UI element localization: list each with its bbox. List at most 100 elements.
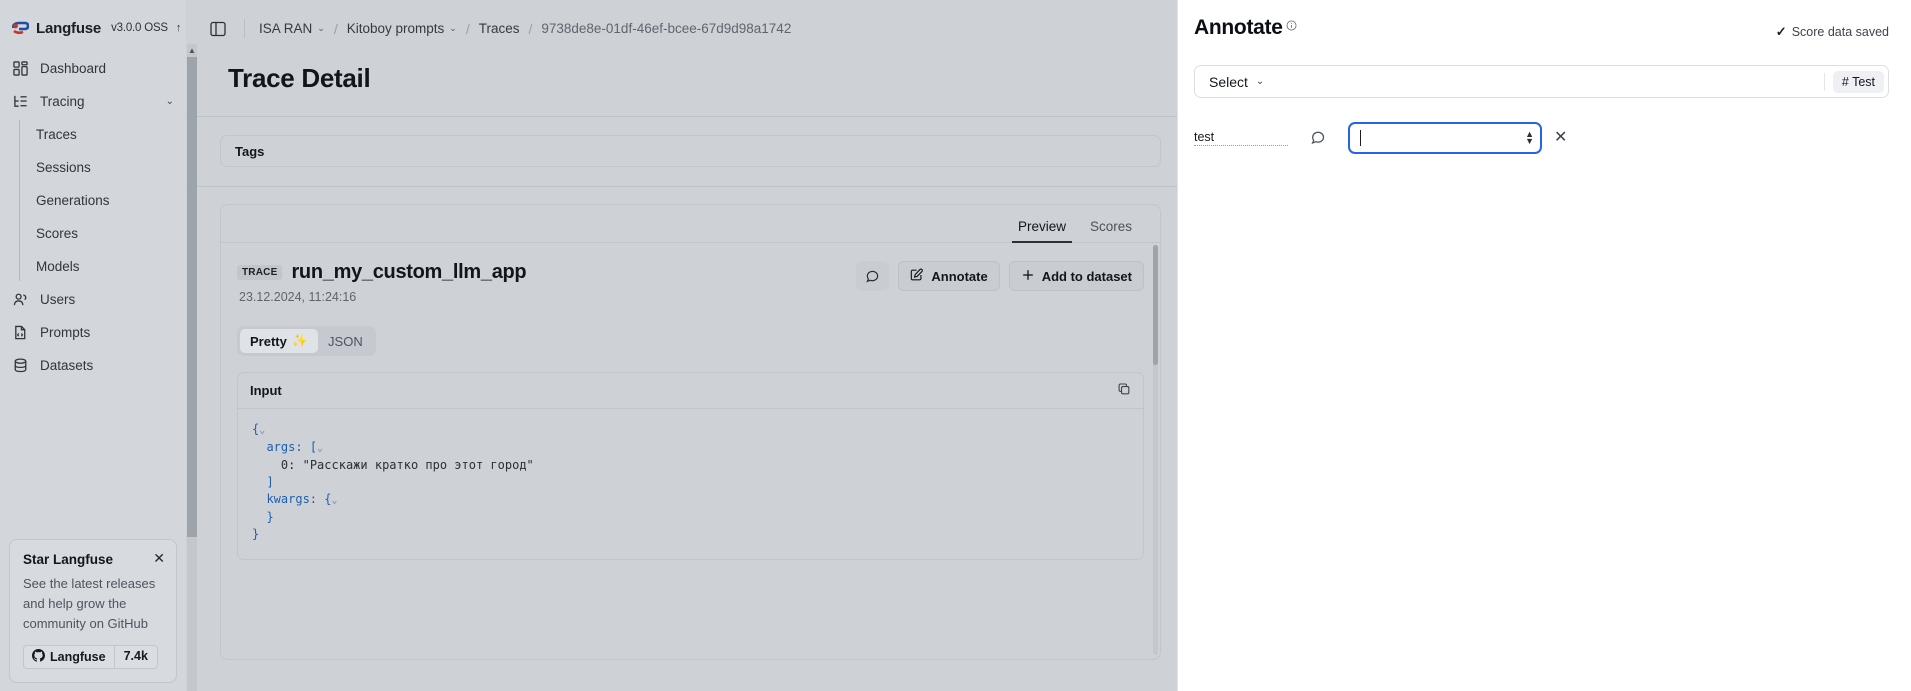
select-value: Select [1209, 73, 1248, 90]
sidebar-item-tracing[interactable]: Tracing ⌄ [0, 85, 186, 118]
view-mode-pretty[interactable]: Pretty ✨ [240, 329, 319, 353]
users-icon [12, 291, 29, 308]
breadcrumb-label: ISA RAN [259, 21, 313, 36]
tracing-icon [12, 93, 29, 110]
trace-tabs: Preview Scores [221, 205, 1160, 243]
trace-timestamp: 23.12.2024, 11:24:16 [239, 290, 357, 304]
github-button-label: Langfuse [50, 650, 106, 664]
github-star-count[interactable]: 7.4k [114, 645, 158, 669]
sidebar-item-generations[interactable]: Generations [19, 184, 186, 217]
chevron-down-icon: ⌄ [1255, 76, 1265, 87]
tags-field[interactable]: Tags [220, 135, 1161, 167]
sidebar-toggle-icon[interactable] [207, 18, 229, 40]
input-panel: Input {⌄ args: [⌄ 0: "Расскажи кратко пр… [237, 372, 1144, 560]
breadcrumb-item-trace-id: 9738de8e-01df-46ef-bcee-67d9d98a1742 [541, 21, 791, 36]
github-star-button[interactable]: Langfuse [23, 645, 115, 669]
sidebar-item-dashboard[interactable]: Dashboard [0, 52, 186, 85]
view-mode-label: JSON [328, 333, 363, 349]
sidebar-item-label: Users [40, 292, 76, 307]
tab-preview[interactable]: Preview [1006, 219, 1078, 243]
stepper-down-icon[interactable]: ▼ [1525, 137, 1534, 146]
langfuse-logo-icon [11, 21, 30, 36]
remove-score-button[interactable]: ✕ [1554, 130, 1567, 146]
chevron-down-icon: ⌄ [317, 23, 325, 33]
annotate-button[interactable]: Annotate [898, 261, 1000, 291]
view-mode-json[interactable]: JSON [318, 329, 373, 353]
sidebar-item-label: Tracing [40, 94, 85, 109]
json-line: 0: "Расскажи кратко про этот город" [280, 458, 534, 472]
check-icon: ✓ [1775, 24, 1787, 39]
sidebar-subitem-label: Models [36, 259, 80, 274]
brand-external-link-icon[interactable]: ↑ [176, 22, 182, 34]
brand-version: v3.0.0 OSS [111, 22, 168, 34]
copy-icon[interactable] [1117, 382, 1131, 399]
dashboard-icon [12, 60, 29, 77]
divider [186, 116, 1177, 117]
sidebar-subitem-label: Sessions [36, 160, 91, 175]
edit-square-icon [910, 268, 924, 285]
sidebar-item-prompts[interactable]: Prompts [0, 316, 186, 349]
select-right-group: # Test [1823, 70, 1884, 93]
number-stepper[interactable]: ▲ ▼ [1525, 130, 1534, 146]
sidebar-subitem-label: Scores [36, 226, 79, 241]
star-langfuse-card: ✕ Star Langfuse See the latest releases … [9, 539, 177, 683]
score-config-select[interactable]: Select ⌄ # Test [1194, 65, 1889, 98]
main-content: ISA RAN ⌄ / Kitoboy prompts ⌄ / Traces /… [186, 0, 1177, 691]
sidebar-item-users[interactable]: Users [0, 283, 186, 316]
breadcrumb-separator: / [528, 20, 533, 37]
comment-icon[interactable] [1288, 130, 1348, 146]
sidebar-item-traces[interactable]: Traces [19, 118, 186, 151]
breadcrumb-item-project[interactable]: Kitoboy prompts ⌄ [347, 21, 457, 36]
tab-scores[interactable]: Scores [1078, 219, 1144, 242]
sidebar: Langfuse v3.0.0 OSS ↑ Dashboard Tracing … [0, 0, 186, 691]
star-card-description: See the latest releases and help grow th… [23, 576, 156, 631]
breadcrumb-separator: / [333, 20, 338, 37]
page-scrollbar-thumb[interactable] [187, 57, 197, 537]
breadcrumb-item-traces[interactable]: Traces [479, 21, 520, 36]
sidebar-item-datasets[interactable]: Datasets [0, 349, 186, 382]
view-mode-label: Pretty [250, 333, 287, 349]
json-line: } [252, 527, 260, 541]
breadcrumb-item-org[interactable]: ISA RAN ⌄ [259, 21, 325, 36]
comment-icon[interactable] [856, 261, 890, 291]
scroll-up-arrow-icon[interactable]: ▲ [187, 44, 197, 57]
score-chip-test[interactable]: # Test [1832, 70, 1884, 93]
annotate-panel: Annotate ✓ Score data saved Select ⌄ # T… [1177, 0, 1911, 691]
score-name-label: test [1194, 130, 1288, 146]
breadcrumb-label: Traces [478, 21, 520, 36]
sidebar-item-sessions[interactable]: Sessions [19, 151, 186, 184]
annotate-panel-header: Annotate ✓ Score data saved [1194, 16, 1889, 40]
info-icon[interactable] [1286, 18, 1297, 36]
json-line: } [266, 510, 274, 524]
breadcrumb: ISA RAN ⌄ / Kitoboy prompts ⌄ / Traces /… [259, 21, 791, 37]
tab-label: Preview [1017, 219, 1066, 234]
json-line: {⌄ [252, 422, 266, 436]
sidebar-item-models[interactable]: Models [19, 250, 186, 283]
datasets-icon [12, 357, 29, 374]
annotate-button-label: Annotate [931, 268, 988, 284]
card-scrollbar-thumb[interactable] [1153, 245, 1158, 365]
trace-header: TRACE run_my_custom_llm_app 23.12.2024, … [221, 243, 1160, 304]
annotate-title-wrap: Annotate [1194, 16, 1297, 40]
brand-header[interactable]: Langfuse v3.0.0 OSS ↑ [0, 0, 186, 42]
tags-label: Tags [235, 143, 265, 159]
breadcrumb-divider [244, 19, 245, 38]
close-icon[interactable]: ✕ [153, 551, 165, 565]
breadcrumb-label: Kitoboy prompts [346, 21, 445, 36]
annotate-panel-title: Annotate [1194, 16, 1283, 39]
input-json-body: {⌄ args: [⌄ 0: "Расскажи кратко про этот… [238, 409, 1143, 559]
text-cursor [1360, 130, 1361, 146]
star-card-title: Star Langfuse [23, 552, 114, 567]
topbar: ISA RAN ⌄ / Kitoboy prompts ⌄ / Traces /… [186, 0, 1177, 57]
select-trigger[interactable]: Select ⌄ [1209, 74, 1264, 90]
trace-actions: Annotate Add to dataset [856, 261, 1144, 291]
trace-card: Preview Scores TRACE run_my_custom_llm_a… [220, 204, 1161, 660]
sidebar-item-scores[interactable]: Scores [19, 217, 186, 250]
chevron-down-icon[interactable]: ⌄ [166, 96, 174, 107]
add-to-dataset-button[interactable]: Add to dataset [1008, 261, 1144, 291]
score-value-input[interactable]: ▲ ▼ [1348, 122, 1542, 154]
trace-title-row: TRACE run_my_custom_llm_app [237, 261, 856, 284]
brand-name: Langfuse [36, 19, 102, 37]
add-to-dataset-label: Add to dataset [1041, 268, 1132, 284]
chevron-down-icon: ⌄ [449, 23, 457, 33]
